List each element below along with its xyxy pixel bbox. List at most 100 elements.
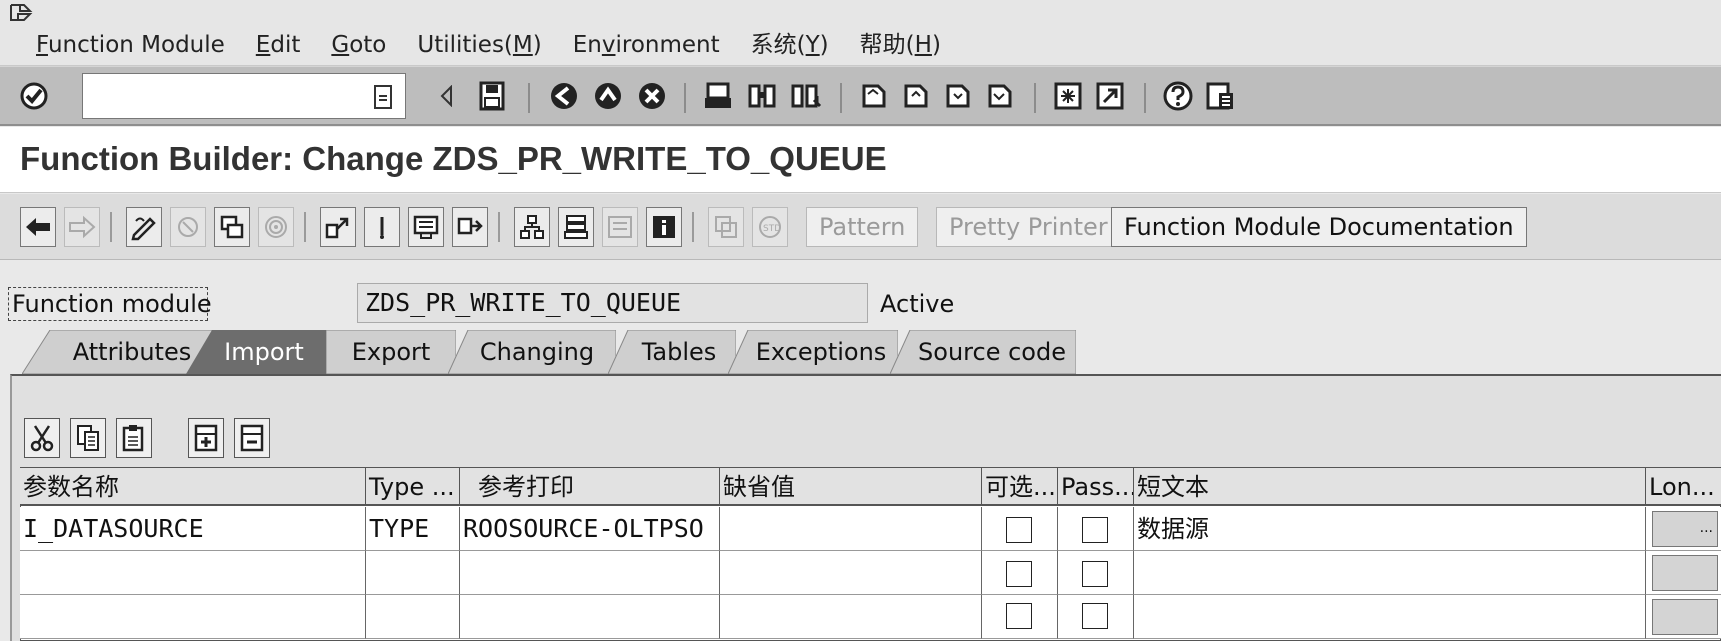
function-module-label: Function module [8,287,212,321]
tab-attributes[interactable]: Attributes [22,330,212,374]
tab-changing-label: Changing [479,338,595,366]
pass-value-checkbox[interactable] [1082,603,1108,629]
activate-icon [258,207,294,247]
tab-exceptions[interactable]: Exceptions [728,330,898,374]
tab-source-code[interactable]: Source code [890,330,1076,374]
forward-arrow-icon [64,207,100,247]
information-icon[interactable] [646,207,682,247]
menu-goto[interactable]: Goto [331,30,386,60]
display-change-icon[interactable] [126,207,162,247]
cancel-icon[interactable] [634,76,670,116]
column-header-short-text[interactable]: 短文本 [1134,468,1646,506]
cell-short-text[interactable]: 数据源 [1134,507,1646,551]
help-icon[interactable] [1160,76,1196,116]
save-icon[interactable] [474,76,510,116]
arrow-left-small-icon[interactable] [428,76,464,116]
svg-text:STD: STD [763,224,781,234]
hierarchy-icon[interactable] [514,207,550,247]
pretty-printer-button: Pretty Printer [936,207,1121,247]
tab-export[interactable]: Export [326,330,456,374]
status-label: Active [880,290,955,318]
tab-source-code-label: Source code [918,338,1066,366]
tab-changing[interactable]: Changing [448,330,616,374]
display-object-list-icon[interactable] [408,207,444,247]
cell-default-value[interactable] [720,507,982,551]
menu-environment[interactable]: Environment [573,30,720,60]
find-icon[interactable] [744,76,780,116]
cut-icon[interactable] [24,418,60,458]
shortcut-icon[interactable] [1092,76,1128,116]
back-icon[interactable] [546,76,582,116]
enter-checkmark-icon[interactable] [16,76,52,116]
column-header-optional[interactable]: 可选... [982,468,1058,506]
menu-bar: Function Module Edit Goto Utilities(M) E… [36,30,972,60]
cell-parameter-name[interactable] [20,551,366,595]
function-module-documentation-button[interactable]: Function Module Documentation [1111,207,1527,247]
column-header-pass-value[interactable]: Pass... [1058,468,1134,506]
command-history-dropdown-icon[interactable] [372,84,394,110]
back-arrow-icon[interactable] [20,207,56,247]
next-page-icon[interactable] [940,76,976,116]
previous-page-icon[interactable] [898,76,934,116]
delete-row-icon[interactable] [234,418,270,458]
page-title: Function Builder: Change ZDS_PR_WRITE_TO… [20,140,887,177]
multiple-selection-icon [708,207,744,247]
menu-function-module[interactable]: Function Module [36,30,225,60]
optional-checkbox[interactable] [1006,517,1032,543]
cell-parameter-name[interactable] [20,595,366,639]
menu-utilities[interactable]: Utilities(M) [417,30,541,60]
cell-parameter-name[interactable]: I_DATASOURCE [20,507,366,551]
check-syntax-icon[interactable] [214,207,250,247]
standard-template-icon: STD [752,207,788,247]
optional-checkbox[interactable] [1006,561,1032,587]
tab-export-label: Export [351,338,431,366]
cell-default-value[interactable] [720,595,982,639]
cell-short-text[interactable] [1134,595,1646,639]
tab-import-label: Import [224,338,304,366]
last-page-icon[interactable] [982,76,1018,116]
test-direct-icon[interactable] [364,207,400,247]
tab-tables[interactable]: Tables [608,330,736,374]
customize-layout-icon[interactable] [1202,76,1238,116]
optional-checkbox[interactable] [1006,603,1032,629]
stack-icon[interactable] [558,207,594,247]
print-icon[interactable] [700,76,736,116]
cell-short-text[interactable] [1134,551,1646,595]
cell-default-value[interactable] [720,551,982,595]
long-text-button[interactable] [1652,555,1718,591]
find-next-icon[interactable] [788,76,824,116]
cell-typing[interactable]: TYPE [366,507,460,551]
command-field[interactable] [82,73,406,119]
column-header-default-value[interactable]: 缺省值 [720,468,982,506]
exit-icon[interactable] [590,76,626,116]
create-session-icon[interactable] [1050,76,1086,116]
column-header-long-text[interactable]: Lon... [1646,468,1721,506]
insert-row-icon[interactable] [188,418,224,458]
first-page-icon[interactable] [856,76,892,116]
function-module-name-field: ZDS_PR_WRITE_TO_QUEUE [357,283,868,323]
active-inactive-icon [170,207,206,247]
cell-associated-type[interactable]: ROOSOURCE-OLTPSO [460,507,720,551]
menu-system[interactable]: 系统(Y) [751,30,829,60]
pattern-button: Pattern [806,207,919,247]
pass-value-checkbox[interactable] [1082,517,1108,543]
where-used-icon[interactable] [320,207,356,247]
menu-edit[interactable]: Edit [256,30,301,60]
column-header-parameter-name[interactable]: 参数名称 [20,468,366,506]
long-text-button[interactable] [1652,599,1718,635]
column-header-associated-type[interactable]: 参考打印 [460,468,720,506]
long-text-button[interactable]: ... [1652,511,1718,547]
cell-typing[interactable] [366,551,460,595]
paste-icon[interactable] [116,418,152,458]
copy-icon[interactable] [70,418,106,458]
menu-help[interactable]: 帮助(H) [860,30,941,60]
pass-value-checkbox[interactable] [1082,561,1108,587]
window-menu-icon[interactable] [8,2,36,26]
cell-associated-type[interactable] [460,595,720,639]
cell-typing[interactable] [366,595,460,639]
tab-import[interactable]: Import [186,330,326,374]
cell-associated-type[interactable] [460,551,720,595]
tab-tables-label: Tables [641,338,717,366]
column-header-typing[interactable]: Type ... [366,468,460,506]
navigation-window-icon[interactable] [452,207,488,247]
